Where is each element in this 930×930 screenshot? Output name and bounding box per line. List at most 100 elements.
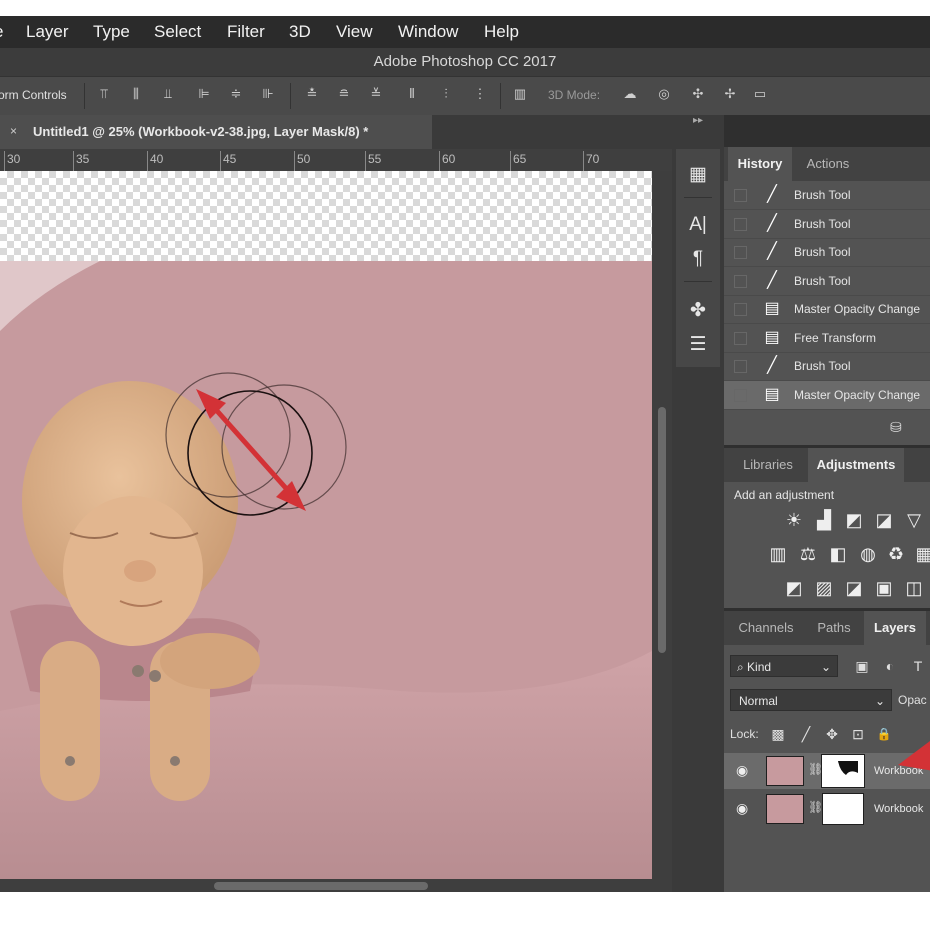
brush-settings-icon[interactable]: ✤ <box>676 297 720 325</box>
history-state[interactable]: ▤ Master Opacity Change <box>724 380 930 410</box>
3d-slide-icon[interactable]: ✢ <box>722 86 738 102</box>
eye-icon[interactable]: ◉ <box>736 762 748 779</box>
menu-type[interactable]: Type <box>93 22 130 42</box>
align-left-icon[interactable]: ⊫ <box>196 86 212 102</box>
layer-row[interactable]: ◉ ⛓ Workbook <box>724 791 930 827</box>
history-snapshot-checkbox[interactable] <box>734 189 747 202</box>
color-lookup-icon[interactable]: ▦ <box>912 542 930 566</box>
levels-icon[interactable]: ▟ <box>812 508 836 532</box>
invert-icon[interactable]: ◩ <box>782 576 806 600</box>
tab-layers[interactable]: Layers <box>864 611 926 645</box>
history-snapshot-checkbox[interactable] <box>734 360 747 373</box>
distribute-right-icon[interactable]: ⋮ <box>472 86 488 102</box>
menu-filter[interactable]: Filter <box>227 22 265 42</box>
gradient-map-icon[interactable]: ◫ <box>902 576 926 600</box>
photo-filter-icon[interactable]: ◍ <box>856 542 880 566</box>
chain-link-icon[interactable]: ⛓ <box>808 762 823 776</box>
document-tab[interactable]: × Untitled1 @ 25% (Workbook-v2-38.jpg, L… <box>0 115 432 149</box>
tab-actions[interactable]: Actions <box>794 147 862 181</box>
menu-3d[interactable]: 3D <box>289 22 311 42</box>
eye-icon[interactable]: ◉ <box>736 800 748 817</box>
history-snapshot-checkbox[interactable] <box>734 217 747 231</box>
history-footer-icon[interactable]: ⛁ <box>890 419 902 436</box>
transform-controls-label[interactable]: orm Controls <box>0 88 67 102</box>
horizontal-scrollbar[interactable] <box>0 879 672 892</box>
character-icon[interactable]: A| <box>676 211 720 239</box>
menu-window[interactable]: Window <box>398 22 458 42</box>
lock-position-icon[interactable]: ✥ <box>822 723 842 745</box>
3d-pan-icon[interactable]: ✣ <box>690 86 706 102</box>
3d-scale-icon[interactable]: ▭ <box>752 86 768 102</box>
channel-mixer-icon[interactable]: ♻ <box>884 542 908 566</box>
document-canvas[interactable] <box>0 171 652 879</box>
black-white-icon[interactable]: ◧ <box>826 542 850 566</box>
menu-select[interactable]: Select <box>154 22 201 42</box>
tab-paths[interactable]: Paths <box>808 611 860 645</box>
align-hcenter-icon[interactable]: ≑ <box>228 86 244 102</box>
type-filter-icon[interactable]: T <box>908 655 928 677</box>
tab-adjustments[interactable]: Adjustments <box>808 448 904 482</box>
3d-orbit-icon[interactable]: ☁ <box>622 86 638 102</box>
history-snapshot-checkbox[interactable] <box>734 388 747 402</box>
vertical-scrollbar[interactable] <box>652 171 672 879</box>
history-state[interactable]: ▤ Master Opacity Change <box>724 295 930 324</box>
history-state[interactable]: ▤ Free Transform <box>724 324 930 353</box>
chain-link-icon[interactable]: ⛓ <box>808 800 823 814</box>
distribute-top-icon[interactable]: ≛ <box>304 86 320 102</box>
menu-item-edit-partial[interactable]: e <box>0 22 3 42</box>
ruler-tick: 60 <box>442 152 456 166</box>
lock-transparent-icon[interactable]: ▩ <box>768 723 788 745</box>
pixel-filter-icon[interactable]: ▣ <box>852 655 872 677</box>
align-bottom-icon[interactable]: ⫫ <box>160 86 176 102</box>
align-right-icon[interactable]: ⊪ <box>260 86 276 102</box>
history-snapshot-checkbox[interactable] <box>734 303 747 316</box>
auto-align-icon[interactable]: ▥ <box>512 86 528 102</box>
blend-mode-select[interactable]: Normal ⌄ <box>730 689 892 711</box>
layer-mask-thumbnail[interactable] <box>822 793 864 825</box>
history-snapshot-checkbox[interactable] <box>734 246 747 259</box>
distribute-bottom-icon[interactable]: ≚ <box>368 86 384 102</box>
paragraph-icon[interactable]: ¶ <box>676 245 720 273</box>
scroll-thumb[interactable] <box>658 407 666 653</box>
tab-history[interactable]: History <box>728 147 792 181</box>
tab-channels[interactable]: Channels <box>728 611 804 645</box>
threshold-icon[interactable]: ◪ <box>842 576 866 600</box>
distribute-hcenter-icon[interactable]: ⫶ <box>438 86 454 102</box>
layer-mask-thumbnail[interactable] <box>821 754 865 788</box>
color-balance-icon[interactable]: ⚖ <box>796 542 820 566</box>
brightness-contrast-icon[interactable]: ☀ <box>782 508 806 532</box>
history-state[interactable]: ╱ Brush Tool <box>724 210 930 239</box>
lock-artboard-icon[interactable]: ⊡ <box>848 723 868 745</box>
scroll-thumb[interactable] <box>214 882 428 890</box>
panel-collapse-grip[interactable]: ▸▸ <box>672 115 724 133</box>
posterize-icon[interactable]: ▨ <box>812 576 836 600</box>
history-state[interactable]: ╱ Brush Tool <box>724 238 930 267</box>
curves-icon[interactable]: ◩ <box>842 508 866 532</box>
lock-all-icon[interactable]: 🔒 <box>874 723 894 745</box>
layer-kind-filter[interactable]: ⌕ Kind ⌄ <box>730 655 838 677</box>
history-snapshot-checkbox[interactable] <box>734 331 747 345</box>
adjustment-sliders-icon[interactable]: ☰ <box>676 331 720 359</box>
tab-libraries[interactable]: Libraries <box>728 448 808 482</box>
align-top-icon[interactable]: ⫪ <box>96 86 112 102</box>
menu-layer[interactable]: Layer <box>26 22 69 42</box>
vibrance-icon[interactable]: ▽ <box>902 508 926 532</box>
properties-icon[interactable]: ▦ <box>676 161 720 189</box>
adjustment-filter-icon[interactable]: ◐ <box>880 655 900 677</box>
lock-pixels-icon[interactable]: ╱ <box>796 723 816 745</box>
3d-roll-icon[interactable]: ◎ <box>656 86 672 102</box>
history-state[interactable]: ╱ Brush Tool <box>724 352 930 381</box>
brush-icon: ╱ <box>767 243 777 260</box>
history-state[interactable]: ╱ Brush Tool <box>724 181 930 210</box>
exposure-icon[interactable]: ◪ <box>872 508 896 532</box>
close-tab-icon[interactable]: × <box>10 124 17 138</box>
menu-help[interactable]: Help <box>484 22 519 42</box>
distribute-left-icon[interactable]: ⦀ <box>404 86 420 102</box>
align-vcenter-icon[interactable]: ⫼ <box>128 86 144 102</box>
hue-saturation-icon[interactable]: ▥ <box>766 542 790 566</box>
history-snapshot-checkbox[interactable] <box>734 274 747 288</box>
menu-view[interactable]: View <box>336 22 373 42</box>
history-state[interactable]: ╱ Brush Tool <box>724 267 930 296</box>
selective-color-icon[interactable]: ▣ <box>872 576 896 600</box>
distribute-vcenter-icon[interactable]: ≘ <box>336 86 352 102</box>
